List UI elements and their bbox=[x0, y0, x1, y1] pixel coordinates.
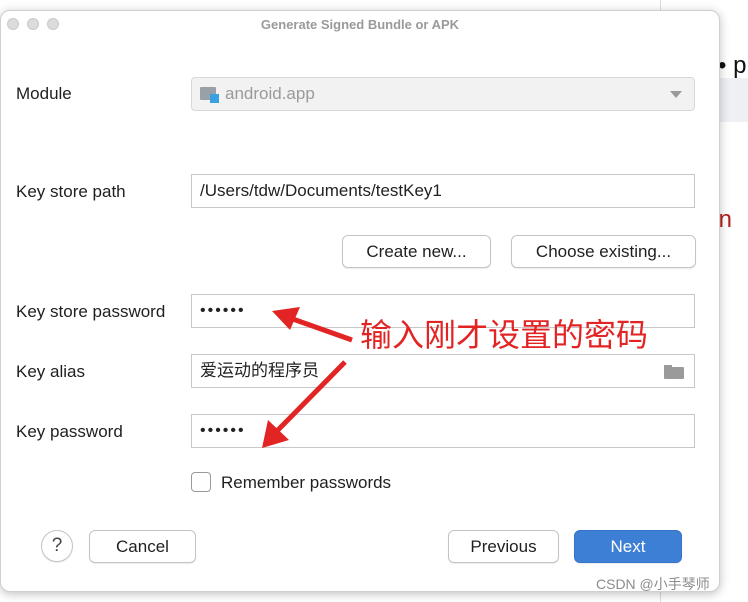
arrow-to-key-password bbox=[262, 360, 347, 448]
watermark-text: CSDN @小手琴师 bbox=[596, 576, 710, 592]
annotation-arrows bbox=[262, 307, 353, 448]
arrow-to-key-store-password bbox=[272, 307, 353, 343]
